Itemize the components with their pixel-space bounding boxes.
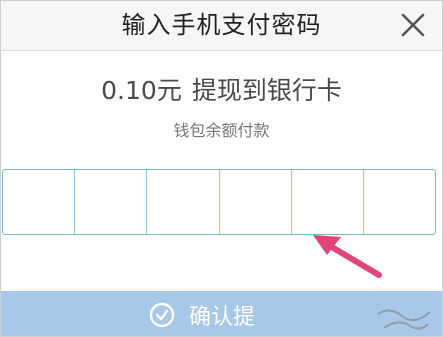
payment-amount: 0.10元 xyxy=(101,76,182,105)
payment-summary: 0.10元 提现到银行卡 xyxy=(1,71,442,107)
dialog-header: 输入手机支付密码 xyxy=(1,1,442,51)
payment-source: 钱包余额付款 xyxy=(173,121,270,140)
password-digit-cell[interactable] xyxy=(364,170,435,234)
password-digit-cell[interactable] xyxy=(292,170,364,234)
shield-check-icon xyxy=(149,302,175,328)
password-input[interactable] xyxy=(2,169,436,235)
dialog-title: 输入手机支付密码 xyxy=(121,11,322,39)
confirm-button-label: 确认提 xyxy=(189,305,256,330)
password-digit-cell[interactable] xyxy=(3,170,76,234)
close-icon[interactable] xyxy=(400,12,426,38)
password-digit-cell[interactable] xyxy=(147,170,220,234)
payment-dialog: 输入手机支付密码 0.10元 提现到银行卡 钱包余额付款 确认提 xyxy=(0,0,443,337)
password-digit-cell[interactable] xyxy=(220,170,292,234)
payment-action: 提现到银行卡 xyxy=(191,76,342,105)
confirm-button-content: 确认提 xyxy=(149,299,255,331)
watermark-logo-icon xyxy=(377,309,431,330)
pointer-arrow-icon xyxy=(313,235,382,278)
password-digit-cell[interactable] xyxy=(75,170,148,234)
